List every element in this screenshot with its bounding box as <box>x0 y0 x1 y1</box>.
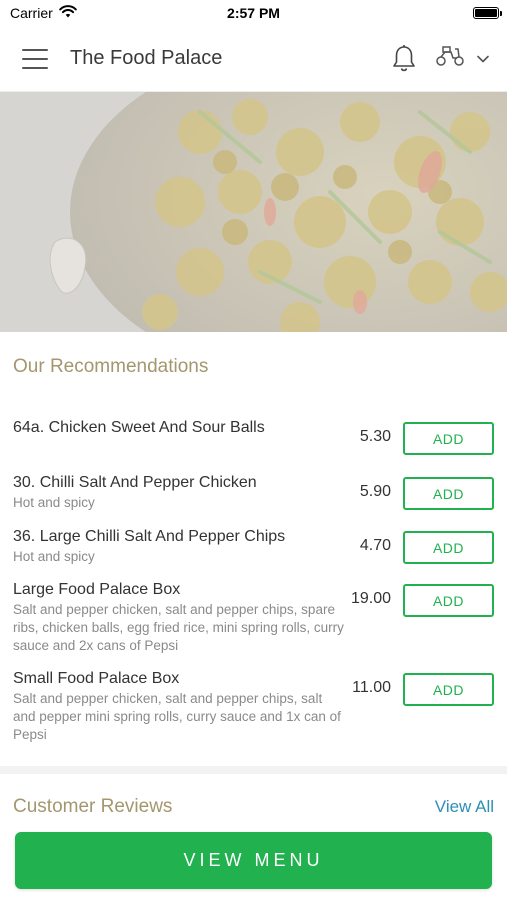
item-price: 5.30 <box>359 428 391 445</box>
hero-image <box>0 92 507 332</box>
scooter-icon <box>435 45 465 72</box>
delivery-selector[interactable] <box>435 45 489 72</box>
item-description: Hot and spicy <box>13 495 95 510</box>
recommendations-list: 64a. Chicken Sweet And Sour Balls 5.30 A… <box>0 418 507 749</box>
chevron-down-icon <box>477 50 489 68</box>
item-price: 19.00 <box>350 590 391 607</box>
header-actions <box>391 44 489 74</box>
recommendations-title: Our Recommendations <box>13 356 209 377</box>
item-name: 64a. Chicken Sweet And Sour Balls <box>13 419 265 436</box>
item-price: 4.70 <box>359 537 391 554</box>
section-divider <box>0 766 507 774</box>
menu-icon[interactable] <box>22 48 48 69</box>
app-header: The Food Palace <box>0 26 507 92</box>
item-price: 5.90 <box>359 483 391 500</box>
bell-icon[interactable] <box>391 44 417 74</box>
view-menu-button[interactable]: VIEW MENU <box>15 832 492 889</box>
item-price: 11.00 <box>352 679 391 696</box>
item-description: Salt and pepper chicken, salt and pepper… <box>13 691 341 742</box>
item-description: Salt and pepper chicken, salt and pepper… <box>13 602 344 653</box>
item-name: Small Food Palace Box <box>13 670 180 687</box>
carrier-label: Carrier <box>10 5 53 21</box>
list-item: 30. Chilli Salt And Pepper Chicken Hot a… <box>0 473 507 527</box>
item-name: 30. Chilli Salt And Pepper Chicken <box>13 474 257 491</box>
status-bar: Carrier 2:57 PM <box>0 0 507 26</box>
add-button[interactable]: ADD <box>403 584 494 617</box>
reviews-title: Customer Reviews <box>13 796 173 817</box>
list-item: 64a. Chicken Sweet And Sour Balls 5.30 A… <box>0 418 507 473</box>
view-all-link[interactable]: View All <box>435 797 494 817</box>
battery-icon <box>473 7 502 19</box>
add-button[interactable]: ADD <box>403 673 494 706</box>
item-name: Large Food Palace Box <box>13 581 181 598</box>
list-item: 36. Large Chilli Salt And Pepper Chips H… <box>0 527 507 580</box>
add-button[interactable]: ADD <box>403 422 494 455</box>
list-item: Large Food Palace Box Salt and pepper ch… <box>0 580 507 669</box>
item-description: Hot and spicy <box>13 549 95 564</box>
wifi-icon <box>58 5 77 21</box>
list-item: Small Food Palace Box Salt and pepper ch… <box>0 669 507 749</box>
page-title: The Food Palace <box>70 47 223 69</box>
status-left: Carrier <box>10 5 77 21</box>
item-name: 36. Large Chilli Salt And Pepper Chips <box>13 528 286 545</box>
add-button[interactable]: ADD <box>403 477 494 510</box>
add-button[interactable]: ADD <box>403 531 494 564</box>
